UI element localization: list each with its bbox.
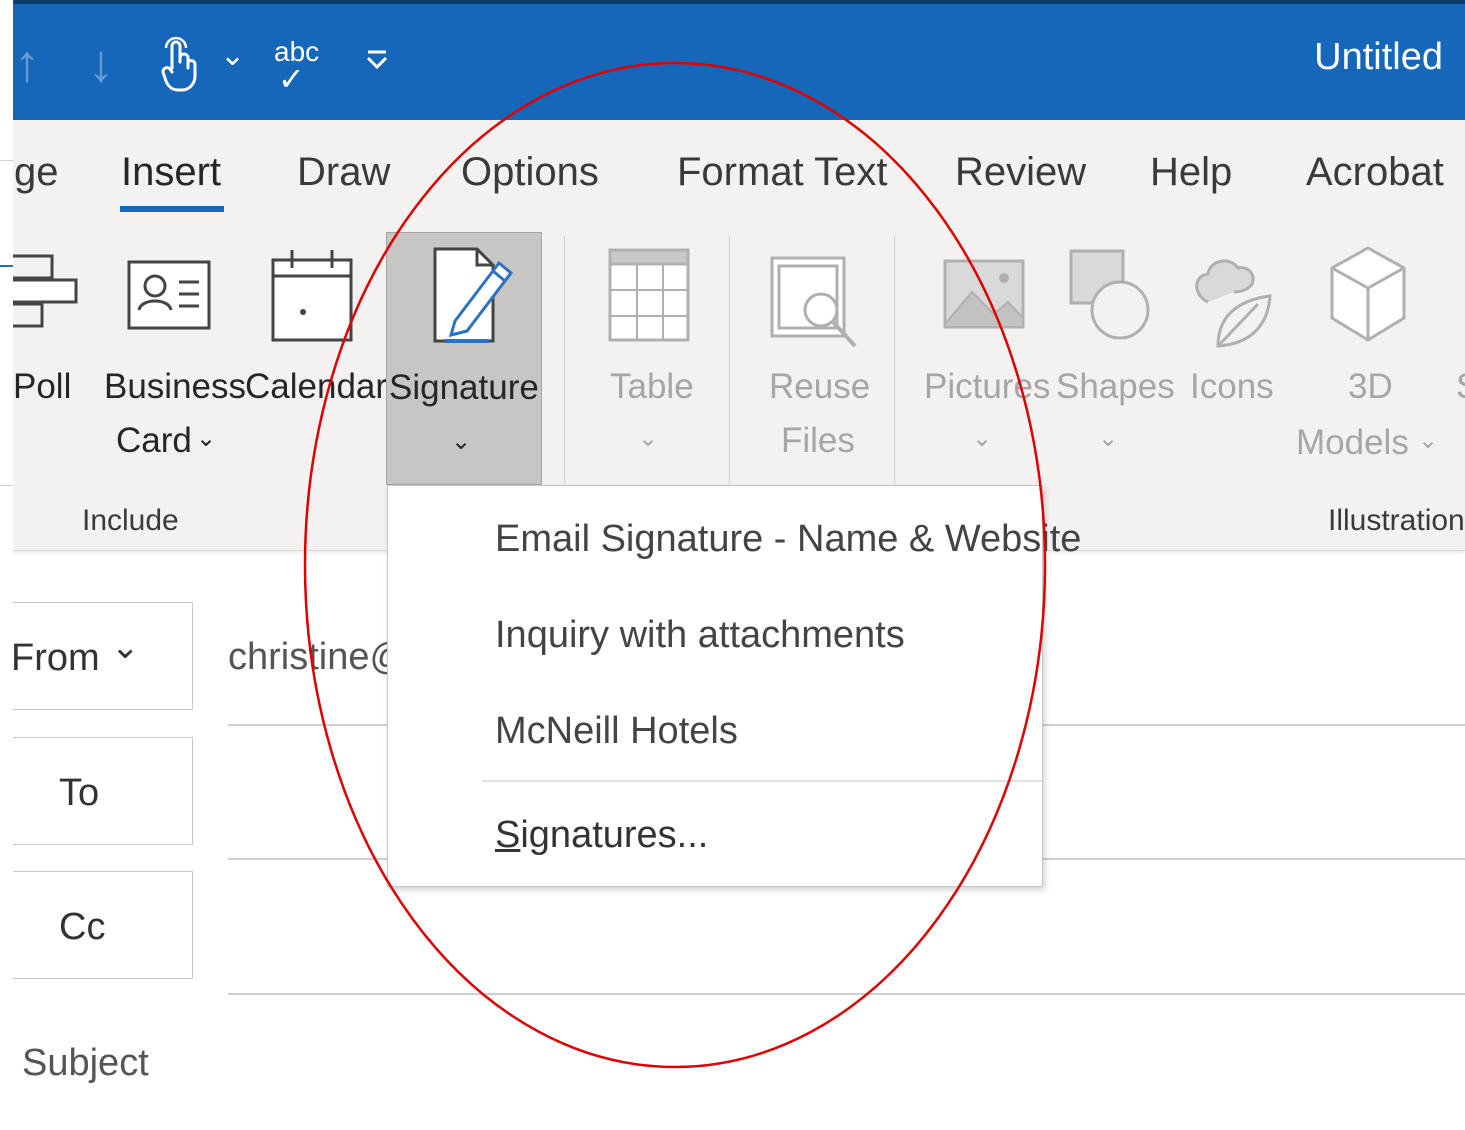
from-value: christine@ bbox=[228, 636, 409, 678]
signatures-label-rest: ignatures... bbox=[520, 814, 709, 856]
shapes-label: Shapes bbox=[1056, 367, 1175, 406]
icons-icon bbox=[1195, 259, 1272, 348]
cc-label: Cc bbox=[59, 906, 106, 948]
business-card-label-2: Card bbox=[116, 421, 192, 460]
ribbon-separator bbox=[564, 236, 565, 484]
smartart-button-clipped[interactable]: S bbox=[1452, 366, 1465, 406]
menu-item-signatures[interactable]: Signatures... bbox=[495, 814, 708, 857]
table-chevron-icon: ⌄ bbox=[638, 425, 659, 452]
window-title: Untitled bbox=[1314, 36, 1443, 78]
title-bar-edge bbox=[0, 0, 1465, 4]
icons-button[interactable]: Icons bbox=[1180, 240, 1280, 470]
3d-cube-icon bbox=[1330, 246, 1406, 342]
from-chevron-icon: ⌄ bbox=[111, 628, 140, 666]
pictures-chevron-icon: ⌄ bbox=[972, 425, 993, 452]
group-label-include: Include bbox=[82, 504, 179, 537]
calendar-label: Calendar bbox=[245, 367, 388, 406]
menu-item-mcneill-hotels[interactable]: McNeill Hotels bbox=[495, 710, 738, 753]
poll-button[interactable]: Poll bbox=[0, 240, 90, 470]
spelling-check-icon: ✓ bbox=[278, 61, 305, 97]
pictures-button[interactable]: Pictures ⌄ bbox=[920, 240, 1050, 470]
menu-item-inquiry-attachments[interactable]: Inquiry with attachments bbox=[495, 614, 905, 657]
business-card-chevron-icon: ⌄ bbox=[196, 425, 217, 452]
cc-underline bbox=[228, 993, 1465, 995]
undo-icon[interactable]: ↑ bbox=[14, 34, 40, 94]
tab-acrobat[interactable]: Acrobat bbox=[1306, 150, 1444, 195]
signature-icon bbox=[433, 247, 514, 343]
reuse-files-label-2: Files bbox=[781, 421, 855, 460]
touch-hand-icon bbox=[161, 36, 197, 92]
reuse-files-label-1: Reuse bbox=[769, 367, 871, 406]
3d-models-label-2: Models bbox=[1296, 423, 1409, 462]
table-button[interactable]: Table ⌄ bbox=[580, 240, 720, 470]
poll-label: Poll bbox=[13, 367, 72, 406]
calendar-icon bbox=[271, 250, 353, 342]
ribbon-separator bbox=[729, 236, 730, 484]
tab-insert[interactable]: Insert bbox=[121, 150, 221, 195]
reuse-files-icon bbox=[770, 256, 857, 348]
shapes-button[interactable]: Shapes ⌄ bbox=[1052, 240, 1175, 470]
tab-review[interactable]: Review bbox=[955, 150, 1086, 195]
customize-chevron-icon bbox=[366, 50, 388, 70]
cc-input[interactable] bbox=[228, 874, 1465, 990]
touch-mode-icon[interactable] bbox=[158, 34, 198, 94]
title-bar: ↑ ↓ ⌄ abc ✓ Untitled bbox=[0, 0, 1465, 120]
business-card-icon bbox=[127, 260, 211, 330]
3d-models-label-1: 3D bbox=[1348, 367, 1393, 406]
signature-label: Signature bbox=[389, 368, 539, 407]
business-card-label-1: Business bbox=[104, 367, 247, 406]
subject-label: Subject bbox=[22, 1042, 149, 1084]
3d-models-button[interactable]: 3D Models ⌄ bbox=[1292, 240, 1442, 470]
tab-draw[interactable]: Draw bbox=[297, 150, 390, 195]
to-button[interactable]: To bbox=[0, 737, 193, 845]
customize-toolbar-icon[interactable] bbox=[362, 44, 392, 74]
icons-label: Icons bbox=[1190, 367, 1274, 406]
cc-button[interactable]: Cc bbox=[0, 871, 193, 979]
touch-dropdown-icon[interactable]: ⌄ bbox=[220, 38, 245, 73]
tab-format-text[interactable]: Format Text bbox=[677, 150, 887, 195]
subject-input[interactable] bbox=[228, 1010, 1465, 1120]
signature-dropdown-menu: Email Signature - Name & Website Inquiry… bbox=[387, 485, 1081, 887]
signature-chevron-icon: ⌄ bbox=[451, 428, 472, 455]
from-label: From bbox=[11, 637, 100, 679]
tab-message[interactable]: ge bbox=[14, 150, 59, 195]
table-icon bbox=[608, 248, 690, 342]
group-label-illustrations: Illustration bbox=[1328, 504, 1465, 537]
to-label: To bbox=[59, 772, 100, 814]
calendar-button[interactable]: Calendar bbox=[242, 240, 387, 470]
shapes-icon bbox=[1069, 249, 1150, 340]
left-edge-line bbox=[0, 485, 13, 486]
pictures-label: Pictures bbox=[924, 367, 1051, 406]
shapes-chevron-icon: ⌄ bbox=[1098, 425, 1119, 452]
redo-icon[interactable]: ↓ bbox=[88, 34, 114, 94]
left-edge-accent bbox=[0, 265, 13, 267]
tab-help[interactable]: Help bbox=[1150, 150, 1232, 195]
table-label: Table bbox=[610, 367, 694, 406]
left-edge-strip bbox=[0, 0, 13, 1130]
reuse-files-button[interactable]: Reuse Files bbox=[745, 240, 885, 470]
ribbon-separator bbox=[894, 236, 895, 484]
left-edge-line bbox=[0, 160, 13, 161]
from-button[interactable]: From ⌄ bbox=[0, 602, 193, 710]
3d-models-chevron-icon: ⌄ bbox=[1418, 427, 1439, 454]
menu-item-email-signature[interactable]: Email Signature - Name & Website bbox=[495, 518, 1081, 561]
tab-options[interactable]: Options bbox=[461, 150, 599, 195]
menu-separator bbox=[482, 780, 1042, 782]
pictures-icon bbox=[943, 259, 1025, 329]
business-card-button[interactable]: Business Card ⌄ bbox=[100, 240, 246, 470]
signature-button[interactable]: Signature ⌄ bbox=[386, 232, 542, 485]
signatures-accelerator: S bbox=[495, 814, 521, 856]
active-tab-indicator bbox=[120, 206, 224, 212]
